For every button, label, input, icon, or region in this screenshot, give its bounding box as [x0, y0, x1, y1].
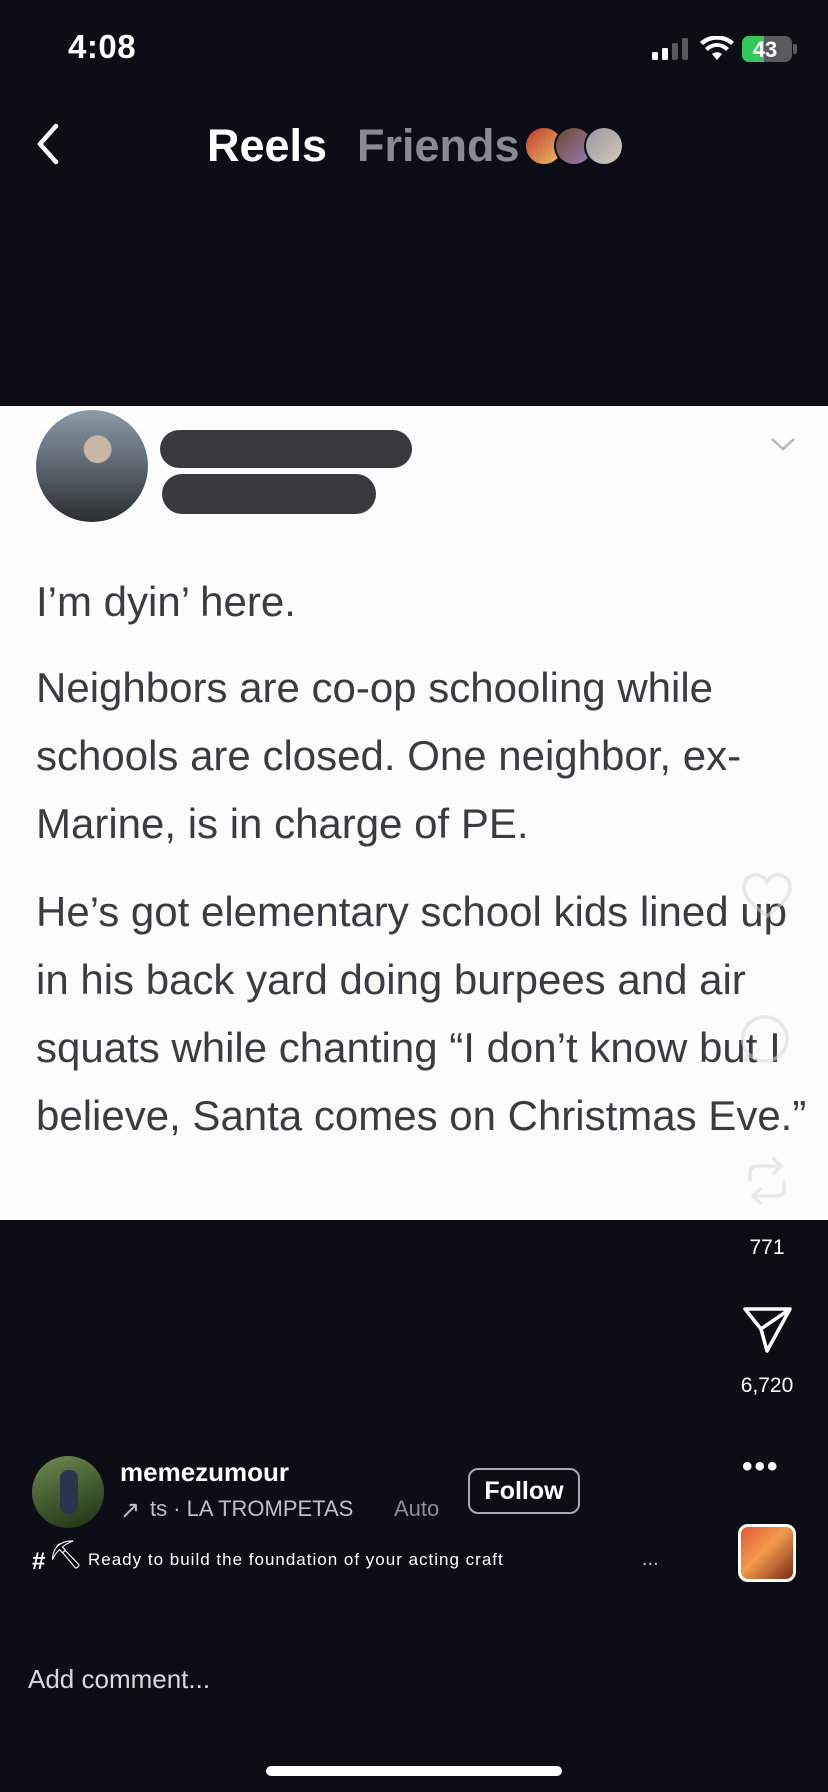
battery-charging-icon: 43: [742, 36, 792, 62]
more-options-icon[interactable]: •••: [742, 1450, 780, 1484]
caption-text[interactable]: Ready to build the foundation of your ac…: [88, 1550, 504, 1570]
friend-avatar: [584, 126, 624, 166]
likes-count: 123K: [742, 947, 792, 970]
hammer-icon: ⛏: [48, 1539, 84, 1570]
redacted-author-name: [160, 430, 412, 468]
battery-percent: 43: [752, 37, 778, 62]
audio-thumbnail[interactable]: [738, 1524, 796, 1582]
username[interactable]: memezumour: [120, 1457, 289, 1488]
user-avatar[interactable]: [32, 1456, 104, 1528]
share-icon[interactable]: [740, 1302, 794, 1356]
status-time: 4:08: [68, 28, 137, 65]
caption-hashtag[interactable]: #: [32, 1548, 45, 1576]
friends-avatars[interactable]: [524, 126, 624, 166]
repost-icon[interactable]: [740, 1154, 794, 1208]
redacted-author-handle: [162, 474, 376, 514]
home-indicator: [266, 1766, 562, 1776]
tweet-author-avatar: [36, 410, 148, 522]
chevron-down-icon: [771, 438, 795, 451]
back-chevron-icon[interactable]: [34, 120, 62, 168]
trending-arrow-icon: ↗: [120, 1497, 141, 1524]
wifi-icon: [700, 36, 734, 60]
heart-icon[interactable]: [740, 870, 794, 924]
comment-icon[interactable]: [740, 1012, 794, 1066]
tab-reels[interactable]: Reels: [207, 120, 327, 172]
shares-count: 6,720: [740, 1374, 794, 1397]
audio-track[interactable]: ts · LA TROMPETAS: [150, 1496, 353, 1522]
tab-friends[interactable]: Friends: [357, 120, 520, 172]
add-comment-input[interactable]: Add comment...: [28, 1664, 210, 1695]
follow-button[interactable]: Follow: [468, 1468, 580, 1514]
tweet-paragraph: Neighbors are co-op schooling while scho…: [36, 664, 742, 847]
tweet-paragraph: He’s got elementary school kids lined up…: [36, 888, 807, 1139]
cellular-signal-icon: [652, 38, 688, 60]
caption-more[interactable]: ...: [642, 1548, 659, 1571]
comments-count: 106: [749, 1088, 785, 1111]
audio-auto-label: Auto: [394, 1496, 440, 1521]
reposts-count: 771: [749, 1236, 785, 1259]
tweet-paragraph: I’m dyin’ here.: [36, 578, 296, 625]
battery-cap: [793, 44, 797, 54]
